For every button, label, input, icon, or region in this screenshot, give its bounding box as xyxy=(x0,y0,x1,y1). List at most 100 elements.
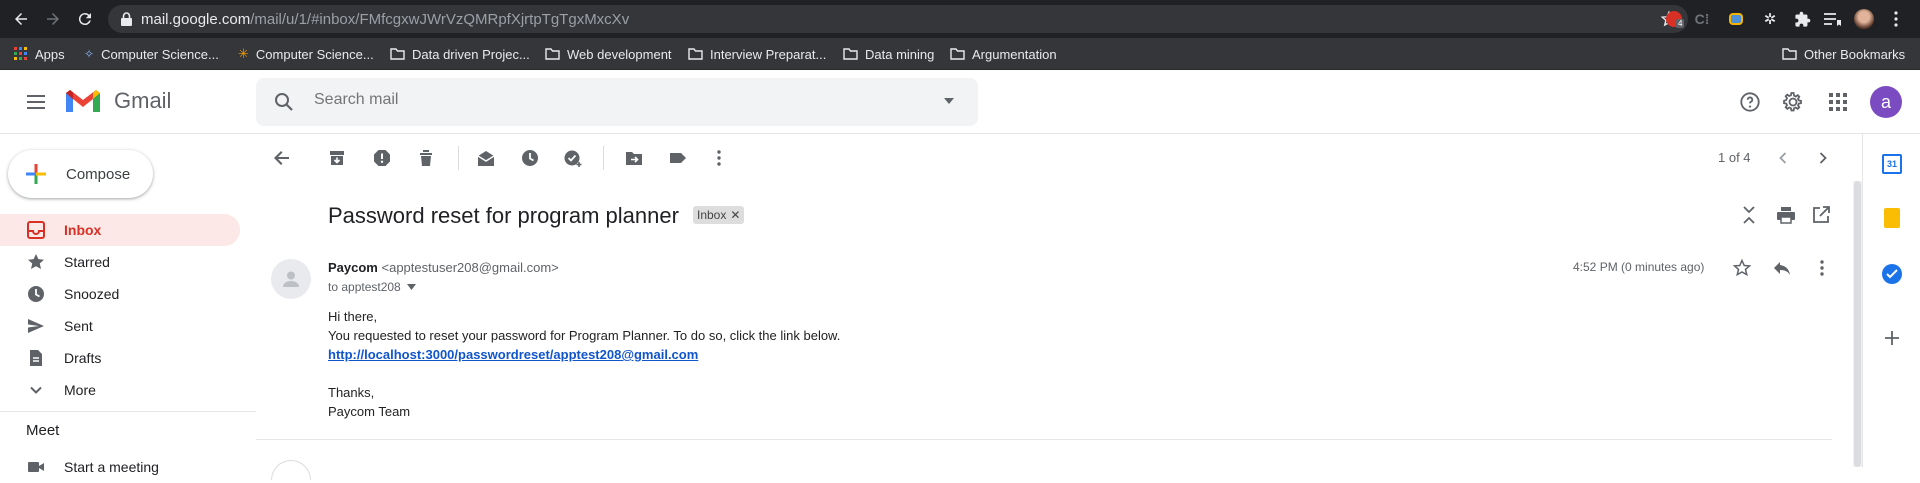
search-options-caret-icon[interactable] xyxy=(944,98,954,104)
meet-start-meeting[interactable]: Start a meeting xyxy=(0,451,240,483)
sidebar-divider xyxy=(0,411,256,412)
bookmark-label: Computer Science... xyxy=(255,46,374,62)
bookmark-computer-science-2[interactable]: ✳ Computer Science... xyxy=(238,45,374,63)
star-icon xyxy=(28,254,44,269)
main-menu-button[interactable] xyxy=(24,90,48,114)
sender-avatar[interactable] xyxy=(271,259,311,299)
delete-trash-icon[interactable] xyxy=(416,148,436,168)
sidebar-item-inbox[interactable]: Inbox xyxy=(0,214,240,246)
browser-menu-button[interactable] xyxy=(1886,9,1906,29)
bookmark-computer-science-1[interactable]: ✧ Computer Science... xyxy=(84,45,219,63)
scrollbar[interactable] xyxy=(1853,181,1862,467)
body-line: You requested to reset your password for… xyxy=(328,328,841,343)
mark-unread-icon[interactable] xyxy=(476,148,496,168)
apps-grid-icon xyxy=(14,47,27,60)
lock-icon xyxy=(121,12,132,26)
archive-icon[interactable] xyxy=(327,148,347,168)
message-time: 4:52 PM (0 minutes ago) xyxy=(1573,260,1705,274)
move-to-folder-icon[interactable] xyxy=(624,148,644,168)
reply-icon[interactable] xyxy=(1772,259,1792,277)
recipient-details-caret-icon[interactable] xyxy=(406,284,416,290)
password-reset-link[interactable]: http://localhost:3000/passwordreset/appt… xyxy=(328,347,698,362)
bookmark-apps[interactable]: Apps xyxy=(14,45,65,63)
sender-name[interactable]: Paycom xyxy=(328,260,378,275)
gmail-logo[interactable]: Gmail xyxy=(64,87,171,115)
calendar-app-icon[interactable]: 31 xyxy=(1882,154,1902,174)
bookmark-folder-data-mining[interactable]: Data mining xyxy=(843,45,934,63)
extension-gear[interactable]: ✲ xyxy=(1760,9,1780,29)
profile-button[interactable] xyxy=(1854,9,1874,29)
back-to-inbox-arrow-icon[interactable] xyxy=(272,148,292,168)
report-spam-icon[interactable] xyxy=(372,148,392,168)
sidebar-item-label: Starred xyxy=(64,254,110,270)
sidebar-item-drafts[interactable]: Drafts xyxy=(0,342,240,374)
print-icon[interactable] xyxy=(1776,206,1796,224)
settings-button[interactable] xyxy=(1781,90,1805,114)
extension-red[interactable]: 4 xyxy=(1664,9,1685,29)
message-divider xyxy=(256,439,1832,440)
bookmark-label: Data mining xyxy=(865,46,935,62)
open-in-new-window-icon[interactable] xyxy=(1812,206,1830,224)
newer-chevron-left-icon[interactable] xyxy=(1773,148,1793,168)
get-addons-button[interactable] xyxy=(1884,330,1900,346)
folder-icon xyxy=(843,48,858,60)
bookmark-label: Other Bookmarks xyxy=(1804,46,1906,62)
bookmark-folder-other[interactable]: Other Bookmarks xyxy=(1782,45,1905,63)
sidebar-item-more[interactable]: More xyxy=(0,374,240,406)
search-input[interactable] xyxy=(312,90,912,110)
bookmark-folder-argumentation[interactable]: Argumentation xyxy=(950,45,1057,63)
address-bar[interactable]: mail.google.com/mail/u/1/#inbox/FMfcgxwJ… xyxy=(108,5,1688,33)
remove-label-close-icon[interactable]: ✕ xyxy=(730,208,740,222)
sidebar-item-label: Drafts xyxy=(64,350,102,366)
url-path: /mail/u/1/#inbox/FMfcgxwJWrVzQMRpfXjrtpT… xyxy=(250,11,630,28)
star-outline-icon[interactable] xyxy=(1732,258,1752,278)
next-message-avatar xyxy=(271,460,311,480)
search-bar[interactable] xyxy=(256,78,978,126)
bookmark-favicon-icon: ✳ xyxy=(238,46,249,61)
send-icon xyxy=(28,319,44,333)
keep-app-icon[interactable] xyxy=(1884,208,1900,228)
extension-c[interactable]: C⁞ xyxy=(1692,9,1712,29)
clock-icon xyxy=(28,286,44,302)
more-options-icon[interactable] xyxy=(709,148,729,168)
draft-document-icon xyxy=(30,350,42,366)
bookmark-folder-web-development[interactable]: Web development xyxy=(545,45,672,63)
extension-owl[interactable] xyxy=(1726,9,1746,29)
gear-icon xyxy=(1783,92,1802,112)
sidebar-item-sent[interactable]: Sent xyxy=(0,310,240,342)
sidebar-item-snoozed[interactable]: Snoozed xyxy=(0,278,240,310)
folder-icon xyxy=(688,48,703,60)
account-avatar[interactable]: a xyxy=(1870,86,1902,118)
reload-button[interactable] xyxy=(72,7,98,31)
compose-button[interactable]: Compose xyxy=(8,150,153,198)
bookmark-favicon-icon: ✧ xyxy=(84,47,95,61)
body-line: Paycom Team xyxy=(328,404,411,419)
tasks-app-icon[interactable] xyxy=(1882,264,1902,284)
search-icon[interactable] xyxy=(272,90,296,114)
bookmark-folder-interview[interactable]: Interview Preparat... xyxy=(688,45,826,63)
person-placeholder-icon xyxy=(283,271,299,287)
add-to-tasks-icon[interactable] xyxy=(563,148,583,168)
sidebar-item-starred[interactable]: Starred xyxy=(0,246,240,278)
folder-icon xyxy=(950,48,965,60)
reading-list-button[interactable] xyxy=(1822,9,1842,29)
bookmark-label: Argumentation xyxy=(972,46,1057,62)
bookmark-folder-data-driven[interactable]: Data driven Projec... xyxy=(390,45,530,63)
extensions-button[interactable] xyxy=(1792,9,1812,29)
label-tag-icon[interactable] xyxy=(668,148,688,168)
recipient-line[interactable]: to apptest208 xyxy=(328,280,416,294)
inbox-icon xyxy=(27,221,45,239)
support-button[interactable] xyxy=(1738,90,1762,114)
url-text: mail.google.com/mail/u/1/#inbox/FMfcgxwJ… xyxy=(141,11,629,28)
google-apps-button[interactable] xyxy=(1826,90,1850,114)
compose-plus-icon xyxy=(26,164,46,184)
message-more-options-icon[interactable] xyxy=(1812,258,1832,278)
older-chevron-right-icon[interactable] xyxy=(1813,148,1833,168)
collapse-all-icon[interactable] xyxy=(1740,205,1758,225)
scrollbar-thumb[interactable] xyxy=(1854,181,1861,467)
back-button[interactable] xyxy=(8,7,34,31)
snooze-clock-icon[interactable] xyxy=(520,148,540,168)
forward-button[interactable] xyxy=(40,7,66,31)
message-body: Hi there, You requested to reset your pa… xyxy=(328,307,840,421)
